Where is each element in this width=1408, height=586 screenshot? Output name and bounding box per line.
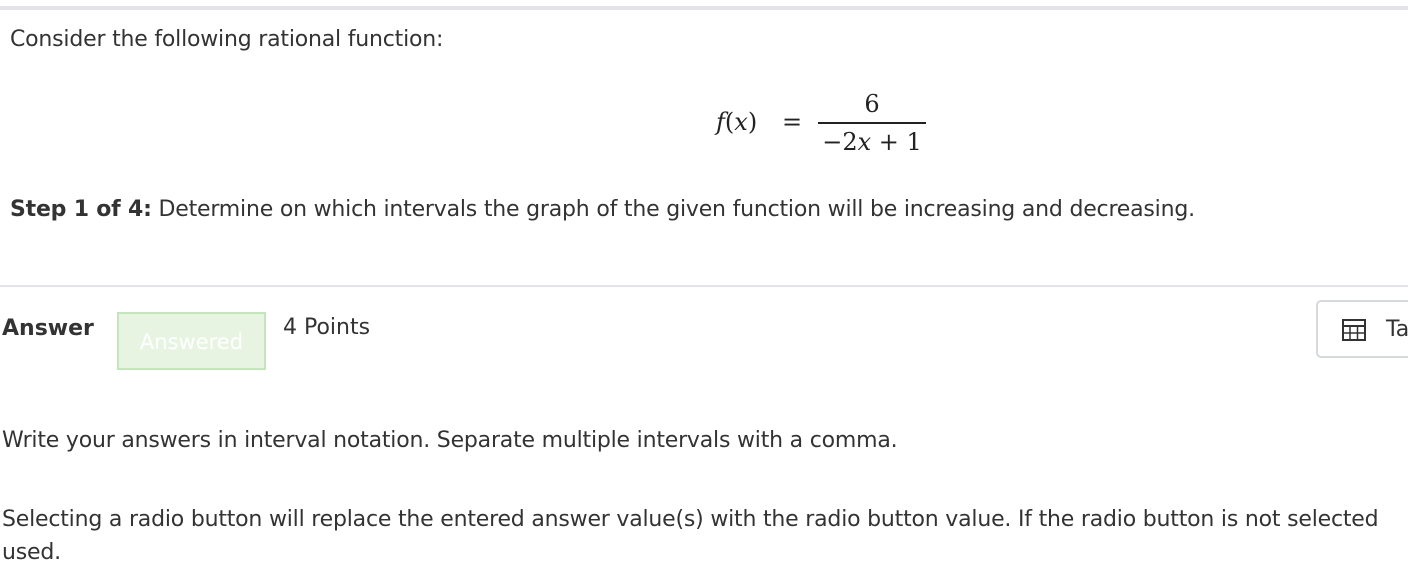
denominator-variable: x	[857, 127, 872, 156]
answer-label: Answer	[2, 316, 94, 341]
equation-lhs: f(x)	[716, 108, 757, 136]
answered-status-badge: Answered	[117, 312, 266, 370]
step-text: Determine on which intervals the graph o…	[151, 197, 1196, 222]
function-variable: x	[734, 108, 748, 136]
points-value: 4 Points	[283, 315, 371, 340]
radio-button-instruction: Selecting a radio button will replace th…	[2, 503, 1408, 569]
question-intro: Consider the following rational function…	[10, 27, 444, 52]
denominator-sign: −	[822, 127, 843, 156]
denominator-coefficient: 2	[842, 127, 858, 156]
radio-instruction-line-2: used.	[2, 540, 61, 565]
radio-instruction-line-1: Selecting a radio button will replace th…	[2, 507, 1379, 532]
step-instruction: Step 1 of 4: Determine on which interval…	[10, 197, 1195, 222]
step-label: Step 1 of 4:	[10, 197, 152, 222]
fraction-denominator: −2x + 1	[818, 128, 926, 156]
fraction: 6 −2x + 1	[818, 90, 926, 156]
open-paren: (	[724, 108, 735, 136]
rational-function-equation: f(x) = 6 −2x + 1	[716, 86, 936, 166]
fraction-bar	[818, 122, 926, 124]
function-name: f	[716, 108, 725, 136]
top-divider	[0, 0, 1408, 10]
table-button-label: Ta	[1386, 317, 1408, 342]
equals-sign: =	[782, 108, 803, 136]
section-divider	[0, 285, 1408, 287]
close-paren: )	[747, 108, 758, 136]
table-grid-icon	[1342, 319, 1366, 341]
table-button[interactable]: Ta	[1316, 300, 1408, 358]
interval-notation-instruction: Write your answers in interval notation.…	[2, 428, 898, 453]
denominator-rest: + 1	[871, 127, 922, 156]
fraction-numerator: 6	[864, 90, 880, 118]
